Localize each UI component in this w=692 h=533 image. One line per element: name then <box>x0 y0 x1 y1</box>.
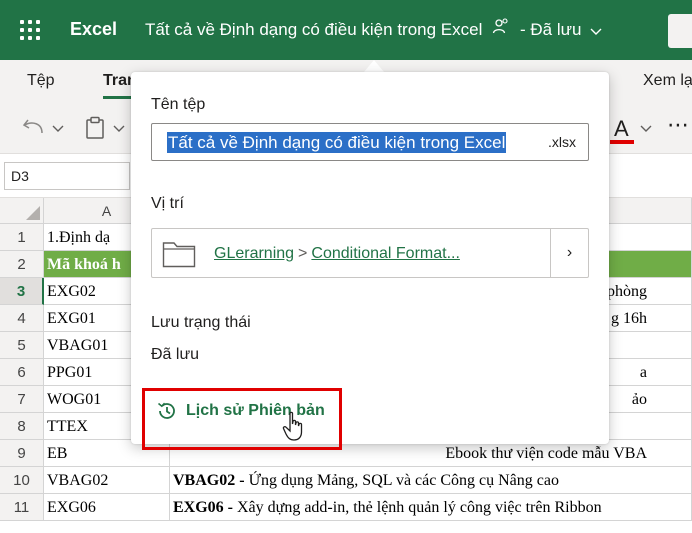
location-link-folder[interactable]: Conditional Format... <box>311 245 460 262</box>
folder-icon <box>162 242 196 268</box>
filename-input[interactable]: Tất cả về Định dạng có điều kiện trong E… <box>151 123 589 161</box>
row-header[interactable]: 4 <box>0 305 44 332</box>
file-info-popup: Tên tệp Tất cả về Định dạng có điều kiện… <box>131 72 609 450</box>
row-header[interactable]: 2 <box>0 251 44 278</box>
row-header[interactable]: 10 <box>0 467 44 494</box>
save-status-text: - Đã lưu <box>520 20 582 39</box>
people-icon <box>492 18 508 34</box>
cell-rest[interactable]: VBAG02 - Ứng dụng Mảng, SQL và các Công … <box>170 467 692 494</box>
location-label: Vị trí <box>151 195 184 212</box>
filename-selected-text[interactable]: Tất cả về Định dạng có điều kiện trong E… <box>167 132 507 153</box>
row-header[interactable]: 7 <box>0 386 44 413</box>
location-open-button[interactable]: › <box>550 229 588 277</box>
hand-cursor-icon <box>282 411 303 441</box>
save-status-label: Lưu trạng thái <box>151 314 251 331</box>
location-box[interactable]: GLerarning > Conditional Format... › <box>151 228 589 278</box>
cell-code: VBAG02 - <box>173 472 245 489</box>
save-status-value: Đã lưu <box>151 346 200 363</box>
row-header[interactable]: 5 <box>0 332 44 359</box>
filename-label: Tên tệp <box>151 96 206 113</box>
filename-extension: .xlsx <box>548 134 576 150</box>
chevron-down-icon[interactable] <box>52 124 64 134</box>
cell-rest[interactable]: EXG06 - Xây dựng add-in, thẻ lệnh quản l… <box>170 494 692 521</box>
row-header[interactable]: 11 <box>0 494 44 521</box>
more-options-icon[interactable]: ⋯ <box>667 112 689 138</box>
location-separator: > <box>298 245 308 262</box>
save-status-dropdown[interactable]: - Đã lưu <box>520 20 602 40</box>
row-header[interactable]: 6 <box>0 359 44 386</box>
chevron-down-icon[interactable] <box>113 124 125 134</box>
row-header[interactable]: 1 <box>0 224 44 251</box>
app-name[interactable]: Excel <box>70 19 117 40</box>
row-header[interactable]: 8 <box>0 413 44 440</box>
chevron-down-icon <box>590 28 602 35</box>
row-header[interactable]: 3 <box>0 278 44 305</box>
location-path: GLerarning > Conditional Format... <box>214 245 460 263</box>
tab-file[interactable]: Tệp <box>27 72 55 90</box>
row-header[interactable]: 9 <box>0 440 44 467</box>
select-all-corner[interactable] <box>0 198 44 224</box>
font-color-swatch <box>610 140 634 144</box>
chevron-down-icon[interactable] <box>640 124 652 134</box>
titlebar-right-button[interactable] <box>668 14 692 48</box>
cell-a[interactable]: VBAG02 <box>44 467 170 494</box>
name-box[interactable]: D3 <box>4 162 130 190</box>
history-icon <box>157 402 175 419</box>
tab-view[interactable]: Xem lạ <box>643 72 692 90</box>
cell-a[interactable]: EXG06 <box>44 494 170 521</box>
popup-pointer <box>364 60 384 72</box>
waffle-icon[interactable] <box>20 20 40 40</box>
cell-text: Ứng dụng Mảng, SQL và các Công cụ Nâng c… <box>244 472 559 489</box>
cell-code: EXG06 - <box>173 499 233 516</box>
font-color-button[interactable]: A <box>614 116 629 142</box>
title-bar: Excel Tất cả về Định dạng có điều kiện t… <box>0 0 692 60</box>
undo-icon[interactable] <box>22 116 46 138</box>
active-tab-indicator <box>103 96 133 99</box>
clipboard-icon[interactable] <box>84 116 106 140</box>
document-title[interactable]: Tất cả về Định dạng có điều kiện trong E… <box>145 20 482 40</box>
cell-text: Xây dựng add-in, thẻ lệnh quản lý công v… <box>233 499 602 516</box>
location-link-root[interactable]: GLerarning <box>214 245 294 262</box>
